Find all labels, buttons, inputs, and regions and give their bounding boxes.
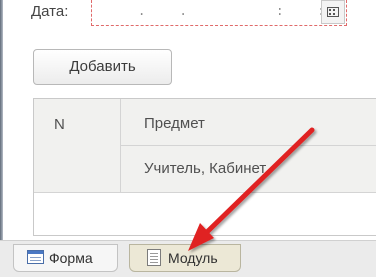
window-left-border [0, 0, 3, 240]
column-header-teacher-room[interactable]: Учитель, Кабинет [121, 146, 376, 192]
column-header-teacher-room-label: Учитель, Кабинет [144, 160, 267, 177]
form-icon [27, 250, 44, 264]
tab-module-label: Модуль [168, 250, 218, 266]
tab-form-label: Форма [49, 250, 93, 266]
header-divider [34, 192, 376, 193]
calendar-button[interactable] [321, 0, 345, 24]
column-header-subject[interactable]: Предмет [121, 99, 376, 146]
tab-module[interactable]: Модуль [129, 244, 241, 272]
module-icon [147, 249, 161, 266]
calendar-icon [327, 7, 339, 17]
tab-form[interactable]: Форма [13, 244, 118, 272]
tab-bar: Форма Модуль [0, 240, 376, 277]
column-header-n[interactable]: N [34, 99, 121, 192]
column-header-subject-label: Предмет [144, 115, 205, 132]
date-label: Дата: [31, 3, 69, 20]
table-grid[interactable]: N Предмет Учитель, Кабинет [33, 98, 376, 236]
column-header-n-label: N [54, 116, 65, 133]
date-input-mask: . . : : [124, 4, 332, 19]
date-input[interactable]: . . : : [91, 0, 347, 26]
add-button[interactable]: Добавить [33, 49, 172, 85]
